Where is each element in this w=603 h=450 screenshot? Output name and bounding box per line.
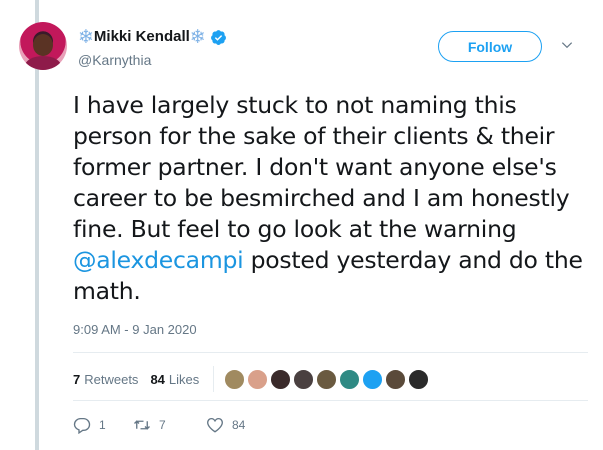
heart-icon [207,417,223,433]
likes-stat[interactable]: 84 Likes [150,372,199,387]
liker-avatar-5[interactable] [316,368,338,390]
reply-button[interactable]: 1 [73,416,129,434]
likes-label: Likes [168,371,200,387]
author-name-row[interactable]: ❄ Mikki Kendall ❄ [78,26,227,48]
likers-avatars[interactable] [224,368,431,390]
tweet-actions: 1 7 84 [73,414,266,436]
snowflake-icon: ❄ [189,26,206,48]
stats-separator [213,366,215,392]
divider [73,352,588,353]
likes-count: 84 [150,371,165,387]
liker-avatar-8[interactable] [385,368,407,390]
liker-avatar-2[interactable] [247,368,269,390]
tweet-header: ❄ Mikki Kendall ❄ @Karnythia Follow [19,22,589,72]
tweet-stats: 7 Retweets 84 Likes [73,366,431,392]
snowflake-icon: ❄ [78,26,94,48]
retweet-button[interactable]: 7 [133,416,208,434]
reply-count: 1 [99,418,106,432]
author-display-name[interactable]: Mikki Kendall [94,26,190,48]
retweets-count: 7 [73,371,81,387]
follow-button[interactable]: Follow [438,31,542,62]
tweet-text-before: I have largely stuck to not naming this … [73,91,570,243]
retweets-stat[interactable]: 7 Retweets [73,372,138,387]
reply-icon [73,417,91,434]
tweet-timestamp[interactable]: 9:09 AM - 9 Jan 2020 [73,322,197,337]
verified-badge-icon [210,29,226,45]
like-button[interactable]: 84 [206,416,266,434]
divider [73,400,588,401]
retweets-label: Retweets [84,371,139,387]
like-count: 84 [232,418,246,432]
liker-avatar-9[interactable] [408,368,430,390]
liker-avatar-3[interactable] [270,368,292,390]
liker-avatar-7[interactable] [362,368,384,390]
avatar-shirt [25,56,61,70]
mention-link[interactable]: @alexdecampi [73,246,244,274]
retweet-count: 7 [159,418,166,432]
chevron-down-icon[interactable] [560,38,574,52]
liker-avatar-4[interactable] [293,368,315,390]
avatar-face [33,34,53,56]
liker-avatar-6[interactable] [339,368,361,390]
retweet-icon [134,420,150,430]
author-handle[interactable]: @Karnythia [78,52,151,68]
author-avatar[interactable] [19,22,67,70]
liker-avatar-1[interactable] [224,368,246,390]
tweet-text: I have largely stuck to not naming this … [73,90,588,307]
